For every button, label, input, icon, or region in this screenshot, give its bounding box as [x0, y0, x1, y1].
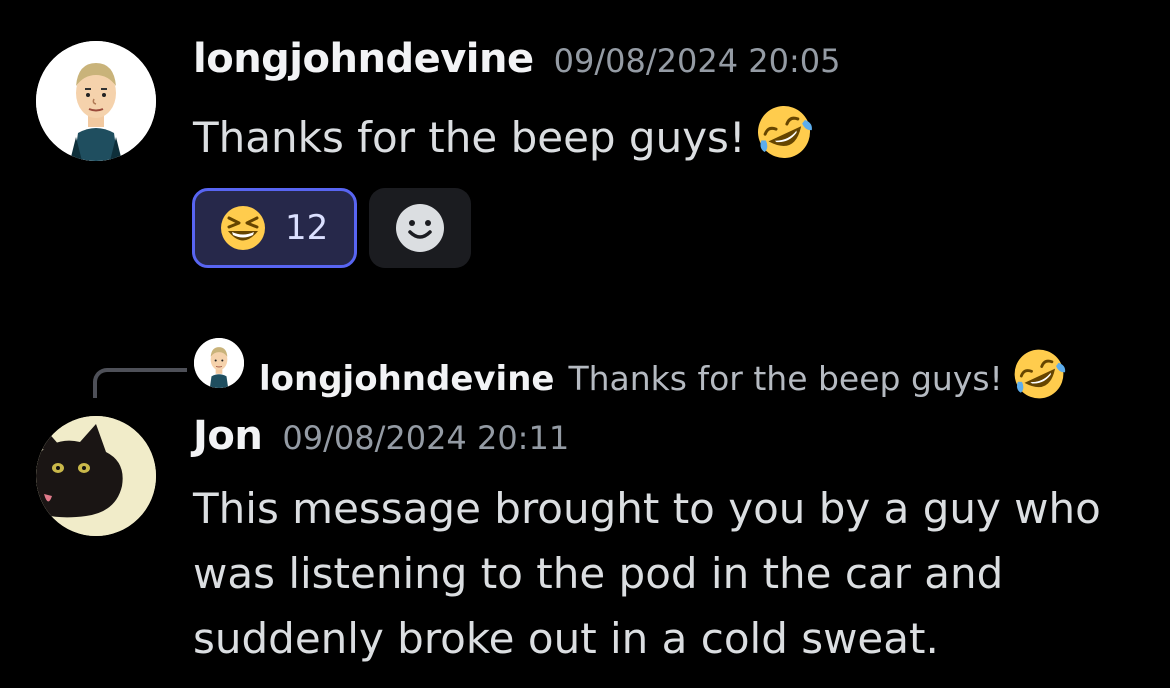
message-header: longjohndevine 09/08/2024 20:05 [193, 36, 840, 82]
username[interactable]: Jon [193, 413, 263, 459]
black-cat-avatar-icon [36, 416, 156, 536]
rolling-on-floor-laughing-icon [752, 100, 816, 164]
reaction-grinning-squinting[interactable]: 12 [192, 188, 357, 268]
message-line: was listening to the pod in the car and [193, 549, 1004, 598]
message-text: Thanks for the beep guys! [193, 100, 816, 170]
message-text-content: Thanks for the beep guys! [193, 113, 746, 162]
username[interactable]: longjohndevine [193, 36, 534, 82]
user-avatar[interactable] [36, 41, 156, 161]
mii-avatar-icon [36, 41, 156, 161]
user-avatar[interactable] [36, 416, 156, 536]
message-longjohndevine[interactable]: longjohndevine 09/08/2024 20:05 Thanks fo… [0, 0, 1170, 290]
message-jon[interactable]: longjohndevine Thanks for the beep guys! [0, 300, 1170, 688]
reply-username[interactable]: longjohndevine [259, 359, 554, 399]
reply-text: Thanks for the beep guys! [568, 359, 1003, 398]
message-line: This message brought to you by a guy who [193, 484, 1101, 533]
grinning-squinting-face-icon [219, 204, 267, 252]
rolling-on-floor-laughing-icon [1009, 344, 1069, 404]
reply-preview[interactable]: longjohndevine Thanks for the beep guys! [259, 344, 1069, 404]
message-header: Jon 09/08/2024 20:11 [193, 413, 569, 459]
mii-avatar-icon [194, 338, 244, 388]
message-text: This message brought to you by a guy who… [193, 476, 1101, 671]
timestamp: 09/08/2024 20:11 [282, 419, 570, 457]
reaction-count: 12 [285, 208, 329, 248]
reply-connector-line [93, 368, 187, 398]
message-line: suddenly broke out in a cold sweat. [193, 614, 939, 663]
reply-user-avatar[interactable] [194, 338, 244, 388]
smiley-add-reaction-icon [394, 202, 446, 254]
timestamp: 09/08/2024 20:05 [553, 42, 841, 80]
add-reaction-button[interactable] [369, 188, 471, 268]
